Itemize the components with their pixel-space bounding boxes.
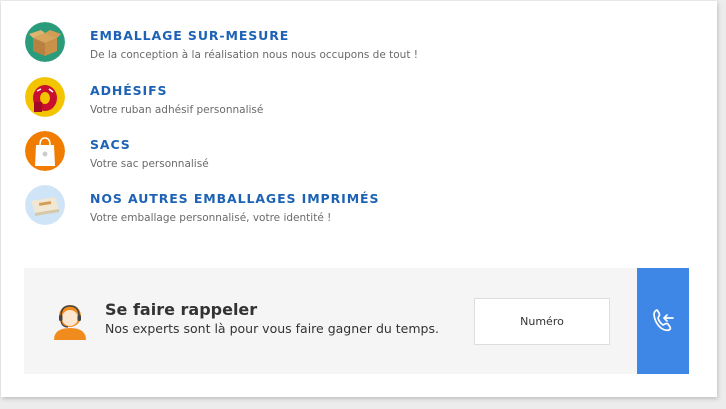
tape-icon xyxy=(25,77,65,117)
callback-title: Se faire rappeler xyxy=(105,300,258,319)
agent-icon xyxy=(49,300,91,342)
menu-item-title: ADHÉSIFS xyxy=(90,83,168,98)
bag-icon xyxy=(25,131,65,171)
menu-item-subtitle: Votre sac personnalisé xyxy=(90,158,209,170)
menu-item-sacs[interactable]: SACS Votre sac personnalisé xyxy=(25,131,625,173)
callback-form: Se faire rappeler Nos experts sont là po… xyxy=(24,268,689,374)
callback-subtitle: Nos experts sont là pour vous faire gagn… xyxy=(105,321,439,336)
menu-item-subtitle: De la conception à la réalisation nous n… xyxy=(90,49,418,61)
menu-item-subtitle: Votre ruban adhésif personnalisé xyxy=(90,104,264,116)
menu-item-emballage-sur-mesure[interactable]: EMBALLAGE SUR-MESURE De la conception à … xyxy=(25,22,625,64)
menu-item-subtitle: Votre emballage personnalisé, votre iden… xyxy=(90,212,332,224)
product-panel: EMBALLAGE SUR-MESURE De la conception à … xyxy=(1,1,717,397)
packaging-icon xyxy=(25,185,65,225)
phone-callback-icon xyxy=(650,307,676,336)
menu-item-adhesifs[interactable]: ADHÉSIFS Votre ruban adhésif personnalis… xyxy=(25,77,625,119)
menu-item-autres-emballages[interactable]: NOS AUTRES EMBALLAGES IMPRIMÉS Votre emb… xyxy=(25,185,625,227)
box-icon xyxy=(25,22,65,62)
menu-item-title: SACS xyxy=(90,137,131,152)
callback-submit-button[interactable] xyxy=(637,268,689,374)
menu-item-title: EMBALLAGE SUR-MESURE xyxy=(90,28,290,43)
phone-number-input[interactable] xyxy=(474,298,610,345)
menu-item-title: NOS AUTRES EMBALLAGES IMPRIMÉS xyxy=(90,191,380,206)
